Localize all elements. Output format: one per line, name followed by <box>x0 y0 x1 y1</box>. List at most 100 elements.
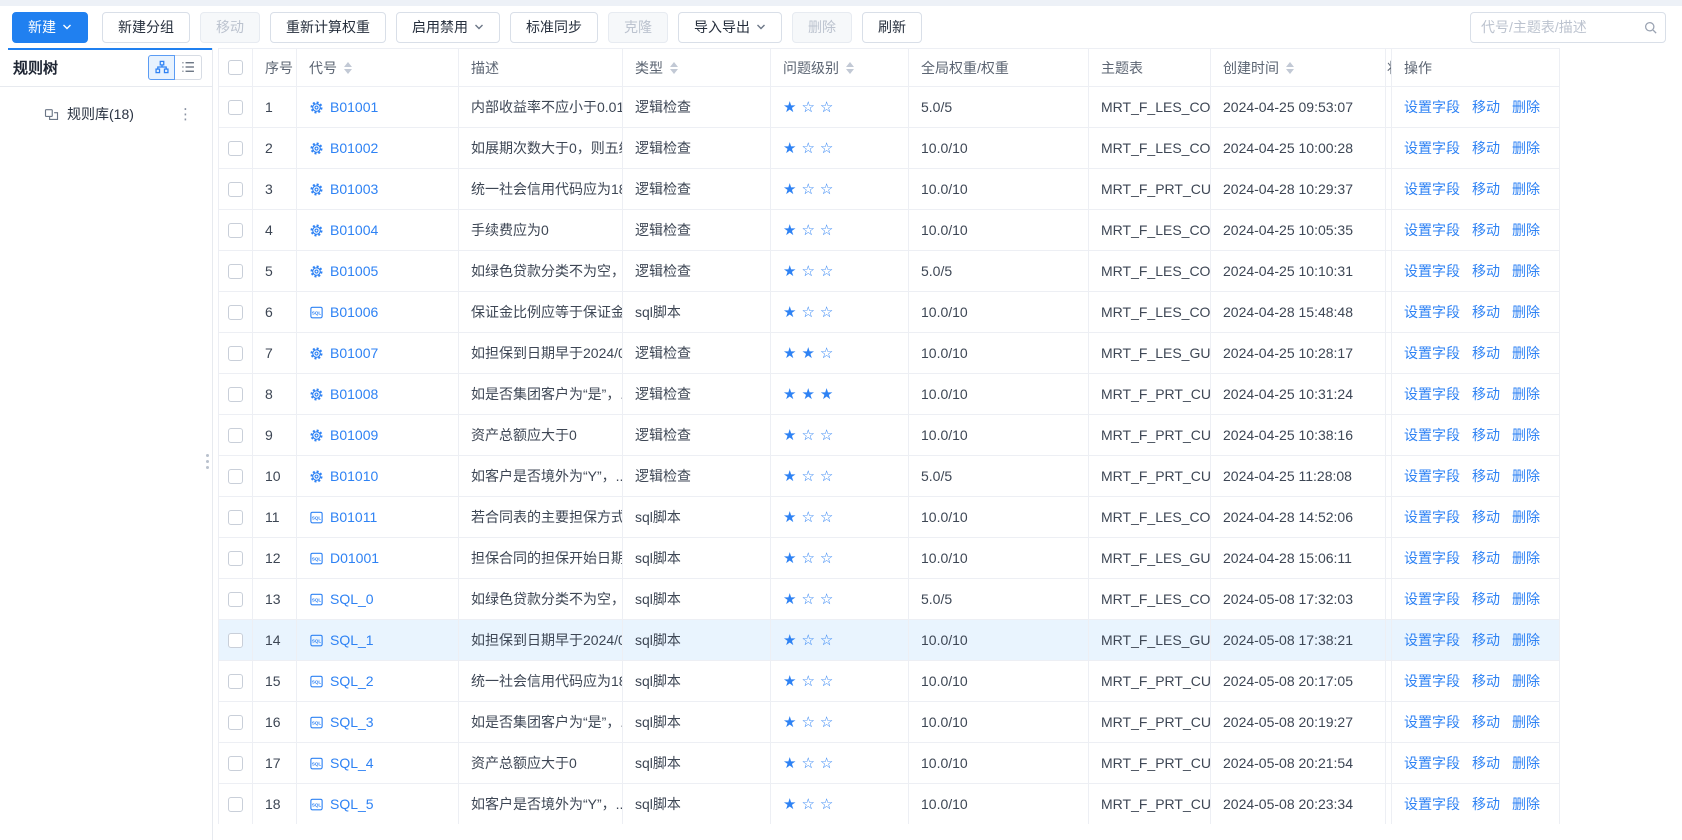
enable-disable-button[interactable]: 启用禁用 <box>396 12 500 43</box>
delete-link[interactable]: 删除 <box>1512 179 1540 199</box>
column-header-problem-level[interactable]: 问题级别 <box>771 49 909 86</box>
table-row[interactable]: 4B01004手续费应为0逻辑检查★☆☆10.0/10MRT_F_LES_CON… <box>219 209 1559 250</box>
move-link[interactable]: 移动 <box>1472 343 1500 363</box>
rule-code-link[interactable]: SQL_2 <box>330 673 374 689</box>
rule-code-link[interactable]: SQL_5 <box>330 796 374 812</box>
rule-code-link[interactable]: B01004 <box>330 222 378 238</box>
sort-icon[interactable] <box>1286 62 1294 74</box>
delete-link[interactable]: 删除 <box>1512 384 1540 404</box>
delete-link[interactable]: 删除 <box>1512 671 1540 691</box>
move-link[interactable]: 移动 <box>1472 712 1500 732</box>
row-checkbox[interactable] <box>228 428 243 443</box>
rule-code-link[interactable]: B01001 <box>330 99 378 115</box>
table-row[interactable]: 6SQLB01006保证金比例应等于保证金/合...sql脚本★☆☆10.0/1… <box>219 291 1559 332</box>
rule-code-link[interactable]: B01008 <box>330 386 378 402</box>
new-button[interactable]: 新建 <box>12 12 88 43</box>
search-icon[interactable] <box>1643 20 1658 35</box>
rule-code-link[interactable]: B01003 <box>330 181 378 197</box>
delete-link[interactable]: 删除 <box>1512 548 1540 568</box>
table-row[interactable]: 5B01005如绿色贷款分类不为空，则...逻辑检查★☆☆5.0/5MRT_F_… <box>219 250 1559 291</box>
select-all-checkbox[interactable] <box>228 60 243 75</box>
move-link[interactable]: 移动 <box>1472 507 1500 527</box>
delete-link[interactable]: 删除 <box>1512 220 1540 240</box>
move-link[interactable]: 移动 <box>1472 794 1500 814</box>
delete-link[interactable]: 删除 <box>1512 630 1540 650</box>
move-link[interactable]: 移动 <box>1472 425 1500 445</box>
row-checkbox[interactable] <box>228 223 243 238</box>
set-fields-link[interactable]: 设置字段 <box>1404 794 1460 814</box>
move-link[interactable]: 移动 <box>1472 97 1500 117</box>
set-fields-link[interactable]: 设置字段 <box>1404 179 1460 199</box>
move-link[interactable]: 移动 <box>1472 261 1500 281</box>
rule-code-link[interactable]: B01010 <box>330 468 378 484</box>
set-fields-link[interactable]: 设置字段 <box>1404 671 1460 691</box>
sidebar-tab-rule-tree[interactable]: 规则树 <box>13 57 58 78</box>
set-fields-link[interactable]: 设置字段 <box>1404 220 1460 240</box>
sort-icon[interactable] <box>846 62 854 74</box>
row-checkbox[interactable] <box>228 592 243 607</box>
column-header-code[interactable]: 代号 <box>297 49 459 86</box>
delete-link[interactable]: 删除 <box>1512 425 1540 445</box>
row-checkbox[interactable] <box>228 182 243 197</box>
table-row[interactable]: 17SQLSQL_4资产总额应大于0sql脚本★☆☆10.0/10MRT_F_P… <box>219 742 1559 783</box>
move-link[interactable]: 移动 <box>1472 671 1500 691</box>
set-fields-link[interactable]: 设置字段 <box>1404 384 1460 404</box>
delete-link[interactable]: 删除 <box>1512 466 1540 486</box>
table-row[interactable]: 1B01001内部收益率不应小于0.01逻辑检查★☆☆5.0/5MRT_F_LE… <box>219 86 1559 127</box>
move-link[interactable]: 移动 <box>1472 753 1500 773</box>
move-button[interactable]: 移动 <box>200 12 260 43</box>
recalc-weight-button[interactable]: 重新计算权重 <box>270 12 386 43</box>
set-fields-link[interactable]: 设置字段 <box>1404 630 1460 650</box>
tree-view-toggle[interactable] <box>148 55 175 80</box>
set-fields-link[interactable]: 设置字段 <box>1404 589 1460 609</box>
delete-link[interactable]: 删除 <box>1512 343 1540 363</box>
move-link[interactable]: 移动 <box>1472 302 1500 322</box>
delete-link[interactable]: 删除 <box>1512 507 1540 527</box>
row-checkbox[interactable] <box>228 100 243 115</box>
row-checkbox[interactable] <box>228 756 243 771</box>
clone-button[interactable]: 克隆 <box>608 12 668 43</box>
refresh-button[interactable]: 刷新 <box>862 12 922 43</box>
delete-button[interactable]: 删除 <box>792 12 852 43</box>
row-checkbox[interactable] <box>228 551 243 566</box>
move-link[interactable]: 移动 <box>1472 220 1500 240</box>
row-checkbox[interactable] <box>228 510 243 525</box>
move-link[interactable]: 移动 <box>1472 384 1500 404</box>
rule-code-link[interactable]: B01005 <box>330 263 378 279</box>
list-view-toggle[interactable] <box>175 55 202 80</box>
search-input[interactable] <box>1470 12 1666 43</box>
set-fields-link[interactable]: 设置字段 <box>1404 302 1460 322</box>
import-export-button[interactable]: 导入导出 <box>678 12 782 43</box>
delete-link[interactable]: 删除 <box>1512 138 1540 158</box>
rule-code-link[interactable]: SQL_3 <box>330 714 374 730</box>
table-row[interactable]: 12SQLD01001担保合同的担保开始日期应...sql脚本★☆☆10.0/1… <box>219 537 1559 578</box>
set-fields-link[interactable]: 设置字段 <box>1404 753 1460 773</box>
table-row[interactable]: 10B01010如客户是否境外为“Y”，...逻辑检查★☆☆5.0/5MRT_F… <box>219 455 1559 496</box>
move-link[interactable]: 移动 <box>1472 466 1500 486</box>
rule-code-link[interactable]: B01007 <box>330 345 378 361</box>
delete-link[interactable]: 删除 <box>1512 753 1540 773</box>
delete-link[interactable]: 删除 <box>1512 261 1540 281</box>
table-row[interactable]: 3B01003统一社会信用代码应为18位逻辑检查★☆☆10.0/10MRT_F_… <box>219 168 1559 209</box>
table-row[interactable]: 2B01002如展期次数大于0，则五级...逻辑检查★☆☆10.0/10MRT_… <box>219 127 1559 168</box>
row-checkbox[interactable] <box>228 633 243 648</box>
row-checkbox[interactable] <box>228 305 243 320</box>
row-checkbox[interactable] <box>228 797 243 812</box>
table-row[interactable]: 9B01009资产总额应大于0逻辑检查★☆☆10.0/10MRT_F_PRT_C… <box>219 414 1559 455</box>
move-link[interactable]: 移动 <box>1472 548 1500 568</box>
row-checkbox[interactable] <box>228 674 243 689</box>
rule-code-link[interactable]: SQL_1 <box>330 632 374 648</box>
tree-node-more-icon[interactable]: ⋮ <box>178 105 193 123</box>
set-fields-link[interactable]: 设置字段 <box>1404 466 1460 486</box>
set-fields-link[interactable]: 设置字段 <box>1404 548 1460 568</box>
row-checkbox[interactable] <box>228 141 243 156</box>
rule-code-link[interactable]: B01006 <box>330 304 378 320</box>
row-checkbox[interactable] <box>228 264 243 279</box>
set-fields-link[interactable]: 设置字段 <box>1404 712 1460 732</box>
set-fields-link[interactable]: 设置字段 <box>1404 507 1460 527</box>
set-fields-link[interactable]: 设置字段 <box>1404 343 1460 363</box>
set-fields-link[interactable]: 设置字段 <box>1404 97 1460 117</box>
table-row[interactable]: 7B01007如担保到日期早于2024/03/...逻辑检查★★☆10.0/10… <box>219 332 1559 373</box>
set-fields-link[interactable]: 设置字段 <box>1404 425 1460 445</box>
rule-code-link[interactable]: B01011 <box>330 509 377 525</box>
